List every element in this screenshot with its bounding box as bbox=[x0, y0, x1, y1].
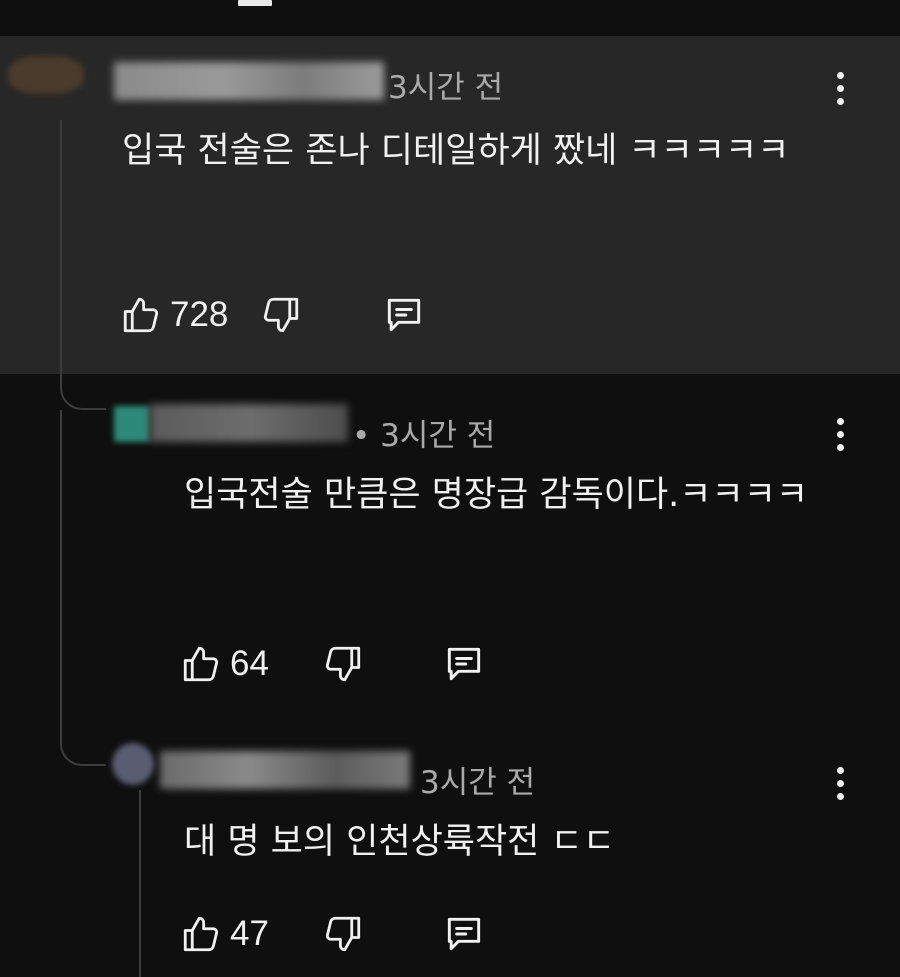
reply-comment-icon bbox=[387, 298, 421, 332]
comment: 3시간 전 대 명 보의 인천상륙작전 ㄷㄷ 47 bbox=[0, 729, 900, 977]
username-blurred[interactable] bbox=[114, 62, 384, 100]
comment-text: 입국 전술은 존나 디테일하게 짰네 ㅋㅋㅋㅋㅋ bbox=[122, 131, 790, 171]
comment-time: 3시간 전 bbox=[388, 70, 504, 106]
reply-comment-icon bbox=[447, 917, 481, 951]
avatar[interactable] bbox=[114, 406, 150, 442]
like-count: 64 bbox=[230, 644, 269, 683]
thumb-up-icon bbox=[123, 297, 159, 333]
thumb-up-icon bbox=[183, 646, 219, 682]
comment-time: • 3시간 전 bbox=[352, 418, 496, 454]
comment-text: 입국전술 만큼은 명장급 감독이다.ㅋㅋㅋㅋ bbox=[184, 475, 809, 515]
thumb-up-icon bbox=[183, 916, 219, 952]
like-count: 728 bbox=[170, 295, 229, 334]
like-button[interactable]: 64 bbox=[180, 639, 269, 689]
dislike-button[interactable] bbox=[260, 290, 302, 340]
avatar[interactable] bbox=[112, 743, 154, 785]
like-count: 47 bbox=[230, 914, 269, 953]
top-bar-fragment bbox=[238, 0, 272, 6]
thumb-down-icon bbox=[325, 916, 361, 952]
comment: 3시간 전 입국 전술은 존나 디테일하게 짰네 ㅋㅋㅋㅋㅋ 728 bbox=[0, 36, 900, 374]
dislike-button[interactable] bbox=[322, 909, 364, 959]
top-bar bbox=[0, 0, 900, 36]
like-button[interactable]: 728 bbox=[120, 290, 228, 340]
avatar[interactable] bbox=[8, 56, 84, 94]
more-vertical-icon[interactable] bbox=[829, 416, 853, 456]
comment-text: 대 명 보의 인천상륙작전 ㄷㄷ bbox=[184, 822, 615, 862]
thumb-down-icon bbox=[325, 646, 361, 682]
reply-comment-icon bbox=[447, 647, 481, 681]
username-blurred[interactable] bbox=[160, 751, 410, 789]
username-blurred[interactable] bbox=[150, 404, 348, 442]
thumb-down-icon bbox=[263, 297, 299, 333]
reply-button[interactable] bbox=[442, 639, 486, 689]
dislike-button[interactable] bbox=[322, 639, 364, 689]
more-vertical-icon[interactable] bbox=[829, 765, 853, 805]
reply-button[interactable] bbox=[442, 909, 486, 959]
comment-actions: 64 bbox=[180, 639, 510, 689]
more-vertical-icon[interactable] bbox=[829, 70, 853, 110]
comment-time: 3시간 전 bbox=[420, 765, 536, 801]
reply-button[interactable] bbox=[382, 290, 426, 340]
comment-actions: 47 bbox=[180, 909, 510, 959]
comment-actions: 728 bbox=[120, 290, 450, 340]
comment: • 3시간 전 입국전술 만큼은 명장급 감독이다.ㅋㅋㅋㅋ 64 bbox=[0, 374, 900, 729]
comments-screen: 3시간 전 입국 전술은 존나 디테일하게 짰네 ㅋㅋㅋㅋㅋ 728 • 3시간… bbox=[0, 0, 900, 977]
like-button[interactable]: 47 bbox=[180, 909, 269, 959]
